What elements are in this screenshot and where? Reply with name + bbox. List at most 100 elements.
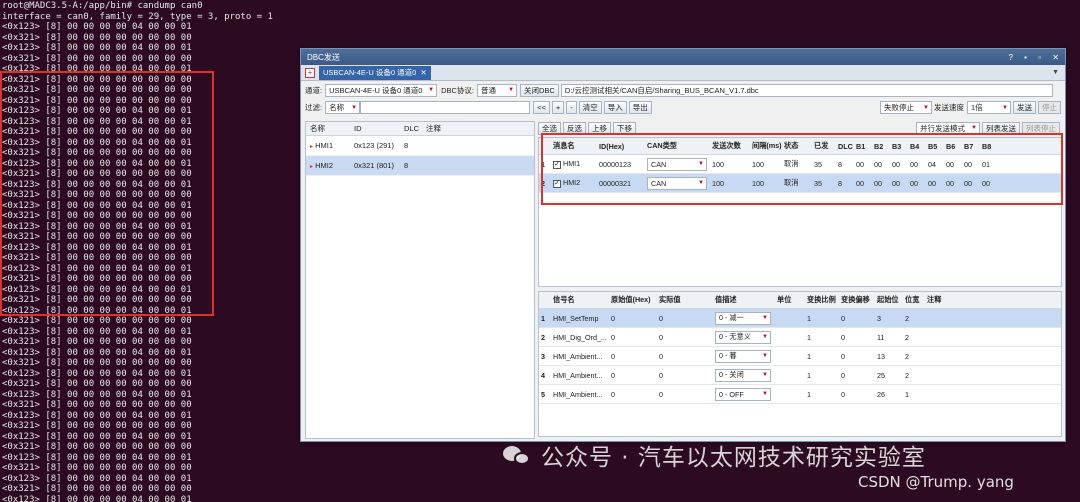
terminal-line: root@MADC3.5-A:/app/bin# candump can0 — [2, 1, 203, 11]
sent-count: 35 — [814, 159, 822, 169]
value-desc-select[interactable]: 0 - 减一 ▼ — [715, 311, 771, 325]
maximize-icon[interactable]: ▫ — [1038, 53, 1041, 62]
raw-value[interactable]: 0 — [609, 371, 657, 380]
table-row[interactable]: 2 ✓ HMI2 00000321 CAN ▼ 100 100 取消 35 8 00 00 00 00 00 0… — [539, 174, 1061, 193]
actual-value[interactable]: 0 — [657, 352, 713, 361]
checkbox-checked[interactable]: ✓ — [553, 161, 561, 169]
data-byte[interactable]: 04 — [926, 160, 944, 169]
data-byte[interactable]: 01 — [980, 160, 998, 169]
data-byte[interactable]: 00 — [908, 160, 926, 169]
actual-value[interactable]: 0 — [657, 333, 713, 342]
list-item[interactable]: ▸ HMI1 0x123 (291) 8 — [306, 136, 534, 156]
actual-value[interactable]: 0 — [657, 371, 713, 380]
help-icon[interactable]: ? — [1008, 53, 1012, 62]
scale: 1 — [807, 351, 811, 361]
data-byte[interactable]: 00 — [872, 160, 890, 169]
fail-mode-select[interactable]: 失败停止 ▼ — [880, 101, 932, 114]
restore-icon[interactable]: ▪ — [1024, 53, 1027, 62]
interval[interactable]: 100 — [750, 160, 782, 169]
interval[interactable]: 100 — [750, 179, 782, 188]
close-icon[interactable]: ✕ — [1052, 53, 1059, 62]
add-button[interactable]: + — [551, 101, 565, 114]
table-row[interactable]: 3 HMI_Ambient... 0 0 0 - 暮 ▼ 1 0 13 2 — [539, 347, 1061, 366]
window-title: DBC发送 — [307, 52, 340, 62]
can-type-select[interactable]: CAN ▼ — [647, 176, 707, 190]
state[interactable]: 取消 — [782, 159, 812, 169]
raw-value[interactable]: 0 — [609, 314, 657, 323]
import-button[interactable]: 导入 — [603, 101, 627, 114]
table-row[interactable]: 1 HMI_SetTemp 0 0 0 - 减一 ▼ 1 0 3 2 — [539, 309, 1061, 328]
checkbox-checked[interactable]: ✓ — [553, 180, 561, 188]
protocol-select[interactable]: 普通 ▼ — [477, 83, 518, 97]
expand-arrow-icon[interactable]: ▸ — [310, 164, 313, 170]
value-desc-select[interactable]: 0 - 关闭 ▼ — [715, 368, 771, 382]
list-item-name: ▸ HMI1 — [306, 141, 354, 150]
value-desc-select[interactable]: 0 - 暮 ▼ — [715, 349, 771, 363]
data-byte[interactable]: 00 — [854, 160, 872, 169]
prev-button[interactable]: << — [533, 101, 550, 114]
clear-button[interactable]: 清空 — [578, 101, 602, 114]
data-byte[interactable]: 00 — [872, 179, 890, 188]
send-count[interactable]: 100 — [710, 160, 750, 169]
data-byte[interactable]: 00 — [962, 179, 980, 188]
window-titlebar[interactable]: DBC发送 ? ▪ ▫ ✕ — [301, 49, 1065, 65]
export-button[interactable]: 导出 — [628, 101, 652, 114]
col-header: B8 — [982, 141, 992, 151]
raw-value[interactable]: 0 — [609, 352, 657, 361]
can-type-select[interactable]: CAN ▼ — [647, 157, 707, 171]
raw-value[interactable]: 0 — [609, 333, 657, 342]
state[interactable]: 取消 — [782, 178, 812, 188]
protocol-label: DBC协议: — [441, 85, 475, 95]
invert-selection-button[interactable]: 反选 — [563, 121, 586, 135]
tab-channel[interactable]: USBCAN-4E-U 设备0 通道0 ✕ — [319, 65, 431, 80]
select-all-button[interactable]: 全选 — [538, 121, 561, 135]
channel-select[interactable]: USBCAN-4E-U 设备0 通道0 ▼ — [325, 83, 438, 97]
value-desc-cell: 0 - 暮 ▼ — [713, 349, 775, 363]
data-byte[interactable]: 00 — [908, 179, 926, 188]
data-byte[interactable]: 00 — [890, 179, 908, 188]
send-button[interactable]: 发送 — [1013, 101, 1036, 114]
list-stop-button[interactable]: 列表停止 — [1022, 121, 1060, 135]
send-count[interactable]: 100 — [710, 179, 750, 188]
offset: 0 — [841, 332, 845, 342]
data-byte[interactable]: 00 — [944, 160, 962, 169]
expand-arrow-icon[interactable]: ▸ — [310, 144, 313, 150]
table-row[interactable]: 1 ✓ HMI1 00000123 CAN ▼ 100 100 取消 35 8 00 00 00 00 04 0… — [539, 155, 1061, 174]
data-byte[interactable]: 00 — [962, 160, 980, 169]
close-dbc-button[interactable]: 关闭DBC — [520, 83, 559, 97]
actual-value[interactable]: 0 — [657, 390, 713, 399]
message-list-header: 名称 ID DLC 注释 — [306, 122, 534, 136]
speed-select[interactable]: 1倍 ▼ — [967, 101, 1011, 114]
filter-label: 过滤: — [305, 103, 323, 112]
list-item[interactable]: ▸ HMI2 0x321 (801) 8 — [306, 156, 534, 176]
value-desc-select[interactable]: 0 - 无意义 ▼ — [715, 330, 771, 344]
filter-input[interactable] — [360, 101, 531, 114]
remove-button[interactable]: - — [566, 101, 577, 114]
data-byte[interactable]: 00 — [980, 179, 998, 188]
chevron-down-icon: ▼ — [971, 125, 977, 131]
dbc-path-field[interactable]: D:/云控测试相关/CAN自启/Sharing_BUS_BCAN_V1.7.db… — [560, 83, 1053, 97]
data-byte[interactable]: 00 — [854, 179, 872, 188]
data-byte[interactable]: 00 — [944, 179, 962, 188]
data-byte[interactable]: 00 — [926, 179, 944, 188]
col-header: CAN类型 — [647, 141, 677, 150]
table-row[interactable]: 4 HMI_Ambient... 0 0 0 - 关闭 ▼ 1 0 25 2 — [539, 366, 1061, 385]
tab-dropdown-icon[interactable]: ▼ — [1052, 69, 1059, 76]
data-byte[interactable]: 00 — [890, 160, 908, 169]
move-down-button[interactable]: 下移 — [613, 121, 636, 135]
add-tab-icon[interactable]: + — [305, 67, 315, 78]
filter-field-select[interactable]: 名称 ▼ — [325, 101, 361, 114]
value-desc-value: 0 - 减一 — [719, 313, 744, 322]
list-send-button[interactable]: 列表发送 — [982, 121, 1020, 135]
message-table-body: 1 ✓ HMI1 00000123 CAN ▼ 100 100 取消 35 8 00 00 00 00 04 0… — [539, 155, 1061, 193]
send-mode-select[interactable]: 并行发送模式 ▼ — [916, 121, 980, 135]
raw-value[interactable]: 0 — [609, 390, 657, 399]
move-up-button[interactable]: 上移 — [588, 121, 611, 135]
table-row[interactable]: 5 HMI_Ambient... 0 0 0 - OFF ▼ 1 0 26 1 — [539, 385, 1061, 404]
value-desc-select[interactable]: 0 - OFF ▼ — [715, 387, 771, 401]
stop-button[interactable]: 停止 — [1038, 101, 1061, 114]
scale: 1 — [807, 389, 811, 399]
table-row[interactable]: 2 HMI_Dig_Ord_... 0 0 0 - 无意义 ▼ 1 0 11 2 — [539, 328, 1061, 347]
tab-close-icon[interactable]: ✕ — [420, 68, 426, 77]
actual-value[interactable]: 0 — [657, 314, 713, 323]
